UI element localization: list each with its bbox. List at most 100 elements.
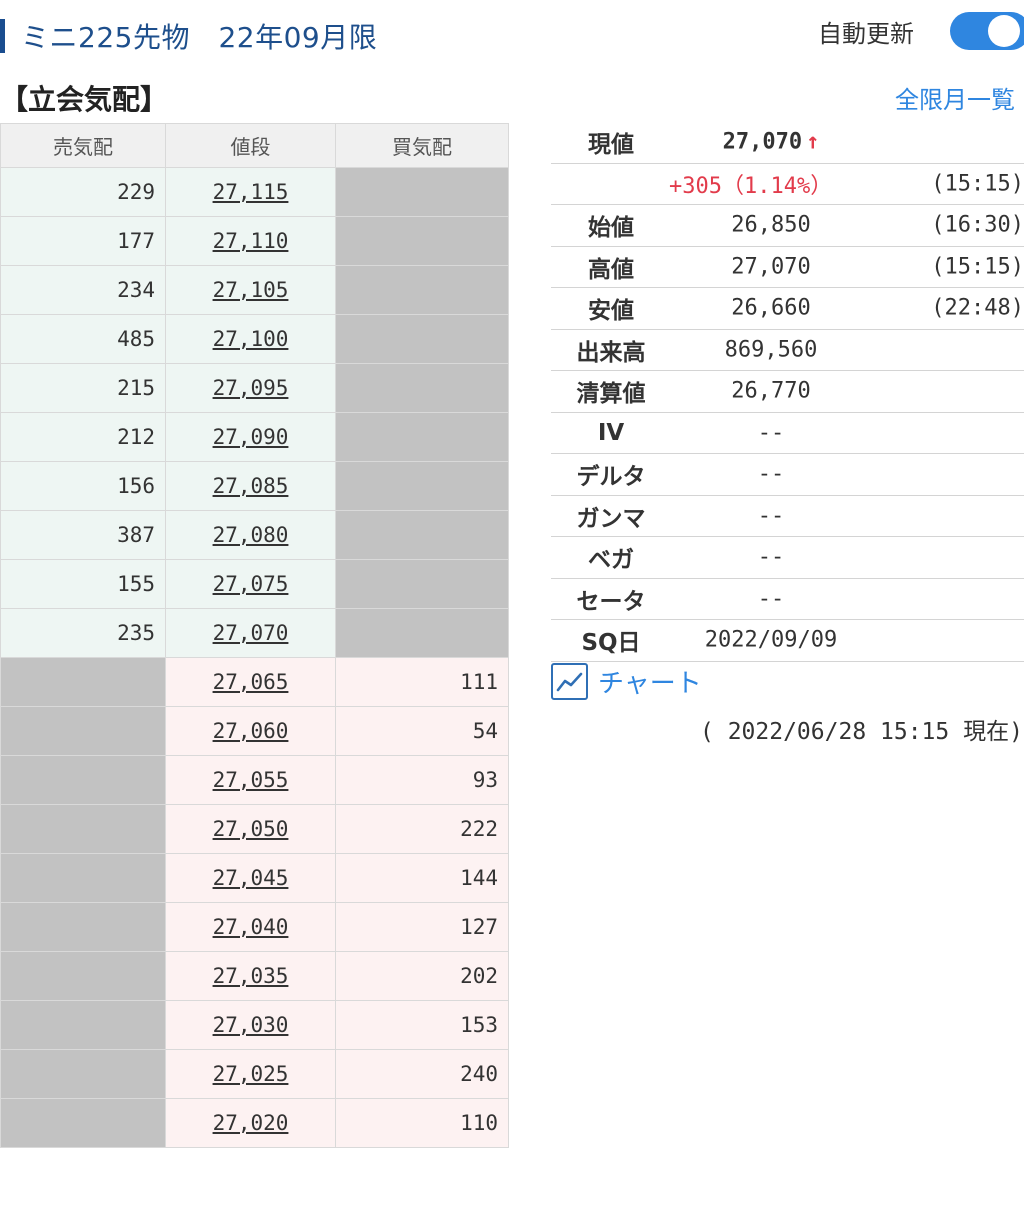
price-link[interactable]: 27,050	[213, 817, 289, 841]
quote-value: --	[757, 503, 785, 529]
price-link[interactable]: 27,055	[213, 768, 289, 792]
price-cell: 27,025	[165, 1049, 336, 1099]
header-buy: 買気配	[335, 123, 509, 168]
order-book-table: 売気配 値段 買気配 229 27,115 177 27,110 234 27,105 48…	[0, 123, 509, 1148]
sell-quantity: 212	[0, 412, 166, 462]
empty-buy-cell	[335, 510, 509, 560]
price-cell: 27,065	[165, 657, 336, 707]
quote-value: 2022/09/09	[704, 627, 838, 653]
price-link[interactable]: 27,095	[213, 376, 289, 400]
quote-detail-rows: 始値 26,850 (16:30) 高値 27,070 (15:15) 安値 26,660 (2…	[551, 205, 1024, 662]
price-cell: 27,080	[165, 510, 336, 560]
quote-value: 26,660	[731, 295, 811, 321]
price-link[interactable]: 27,040	[213, 915, 289, 939]
price-cell: 27,095	[165, 363, 336, 413]
empty-sell-cell	[0, 657, 166, 707]
sell-quantity: 229	[0, 167, 166, 217]
ask-row: 229 27,115	[0, 167, 509, 217]
quote-row: セータ --	[551, 579, 1024, 620]
price-cell: 27,055	[165, 755, 336, 805]
price-link[interactable]: 27,065	[213, 670, 289, 694]
empty-buy-cell	[335, 363, 509, 413]
price-link[interactable]: 27,060	[213, 719, 289, 743]
empty-sell-cell	[0, 853, 166, 903]
bid-row: 27,060 54	[0, 706, 509, 756]
page-header: ミニ225先物 22年09月限	[0, 14, 377, 58]
quote-row-current: 現値 27,070 ↑	[551, 122, 1024, 164]
empty-buy-cell	[335, 265, 509, 315]
auto-update-label: 自動更新	[818, 20, 914, 48]
price-link[interactable]: 27,035	[213, 964, 289, 988]
auto-update-toggle[interactable]	[950, 12, 1024, 50]
sell-quantity: 485	[0, 314, 166, 364]
ask-row: 155 27,075	[0, 559, 509, 609]
price-link[interactable]: 27,110	[213, 229, 289, 253]
buy-quantity: 202	[335, 951, 509, 1001]
page-title: ミニ225先物 22年09月限	[21, 21, 378, 54]
quote-label: デルタ	[576, 464, 646, 491]
price-cell: 27,060	[165, 706, 336, 756]
empty-buy-cell	[335, 461, 509, 511]
quote-value: 26,770	[731, 378, 811, 404]
current-price-label: 現値	[588, 132, 634, 159]
sell-quantity: 177	[0, 216, 166, 266]
quote-label: セータ	[576, 588, 646, 615]
up-arrow-icon: ↑	[806, 129, 820, 155]
price-link[interactable]: 27,115	[213, 180, 289, 204]
price-link[interactable]: 27,030	[213, 1013, 289, 1037]
quote-row: 清算値 26,770	[551, 371, 1024, 413]
empty-sell-cell	[0, 706, 166, 756]
sell-quantity: 387	[0, 510, 166, 560]
line-chart-icon	[551, 663, 588, 700]
price-cell: 27,100	[165, 314, 336, 364]
quote-panel: 現値 27,070 ↑ +305（1.14%） (15:15) 始値 26,850(…	[551, 122, 1024, 662]
price-cell: 27,045	[165, 853, 336, 903]
price-cell: 27,020	[165, 1098, 336, 1148]
price-link[interactable]: 27,045	[213, 866, 289, 890]
price-link[interactable]: 27,025	[213, 1062, 289, 1086]
quote-label: SQ日	[581, 630, 641, 657]
price-link[interactable]: 27,075	[213, 572, 289, 596]
price-link[interactable]: 27,070	[213, 621, 289, 645]
header-price: 値段	[165, 123, 336, 168]
price-cell: 27,030	[165, 1000, 336, 1050]
current-price-value: 27,070 ↑	[681, 130, 861, 155]
empty-sell-cell	[0, 951, 166, 1001]
buy-quantity: 240	[335, 1049, 509, 1099]
toggle-knob	[988, 15, 1020, 47]
price-cell: 27,070	[165, 608, 336, 658]
bid-row: 27,040 127	[0, 902, 509, 952]
sell-quantity: 215	[0, 363, 166, 413]
empty-buy-cell	[335, 216, 509, 266]
quote-time: (15:15)	[931, 254, 1024, 280]
price-link[interactable]: 27,020	[213, 1111, 289, 1135]
price-link[interactable]: 27,105	[213, 278, 289, 302]
order-book-header-row: 売気配 値段 買気配	[0, 123, 509, 168]
quote-row: 出来高 869,560	[551, 330, 1024, 371]
ask-row: 485 27,100	[0, 314, 509, 364]
price-cell: 27,050	[165, 804, 336, 854]
buy-quantity: 93	[335, 755, 509, 805]
all-months-link[interactable]: 全限月一覧	[895, 80, 1015, 115]
buy-quantity: 110	[335, 1098, 509, 1148]
ask-row: 234 27,105	[0, 265, 509, 315]
ask-row: 215 27,095	[0, 363, 509, 413]
quote-label: 清算値	[576, 381, 646, 408]
ask-row: 235 27,070	[0, 608, 509, 658]
order-book-body: 229 27,115 177 27,110 234 27,105 485 27,100 215 2…	[0, 167, 509, 1148]
empty-buy-cell	[335, 314, 509, 364]
price-link[interactable]: 27,090	[213, 425, 289, 449]
price-link[interactable]: 27,100	[213, 327, 289, 351]
quote-time: (22:48)	[931, 295, 1024, 321]
price-link[interactable]: 27,080	[213, 523, 289, 547]
price-cell: 27,110	[165, 216, 336, 266]
price-link[interactable]: 27,085	[213, 474, 289, 498]
empty-sell-cell	[0, 1000, 166, 1050]
quote-label: 始値	[588, 215, 634, 242]
empty-buy-cell	[335, 167, 509, 217]
price-cell: 27,090	[165, 412, 336, 462]
bid-row: 27,065 111	[0, 657, 509, 707]
price-cell: 27,085	[165, 461, 336, 511]
chart-link[interactable]: チャート	[551, 663, 702, 700]
quote-label: 安値	[588, 298, 634, 325]
